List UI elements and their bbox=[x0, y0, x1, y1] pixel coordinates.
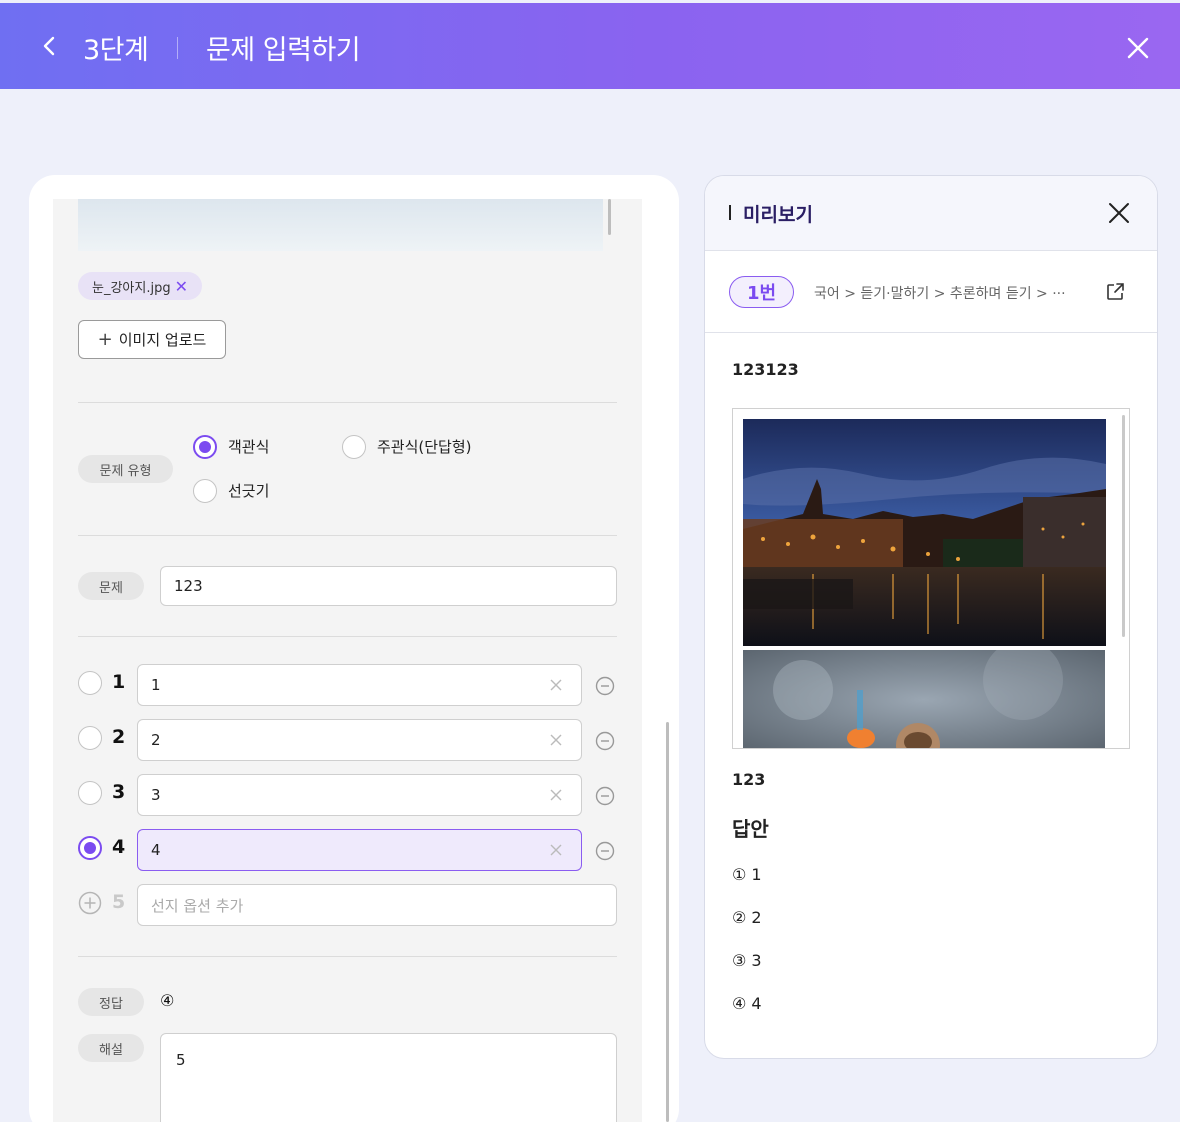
remove-file-icon[interactable]: ✕ bbox=[175, 277, 188, 296]
add-option-placeholder: 선지 옵션 추가 bbox=[151, 896, 244, 915]
question-input-value: 123 bbox=[174, 577, 203, 595]
minus-circle-icon[interactable] bbox=[595, 786, 615, 806]
external-link-icon[interactable] bbox=[1105, 282, 1125, 302]
editor-scrollbar[interactable] bbox=[666, 722, 669, 1122]
file-name: 눈_강아지.jpg bbox=[92, 280, 171, 296]
night-city-photo bbox=[743, 419, 1106, 646]
clear-icon[interactable] bbox=[549, 678, 563, 692]
explanation-label-pill: 해설 bbox=[78, 1034, 144, 1062]
option-radio-4[interactable] bbox=[78, 836, 102, 860]
uploaded-image-thumbnail bbox=[78, 199, 603, 251]
type-label-short-answer: 주관식(단답형) bbox=[377, 438, 472, 456]
plus-circle-icon[interactable] bbox=[78, 891, 102, 915]
preview-option-3: ③ 3 bbox=[732, 951, 762, 970]
type-label-matching: 선긋기 bbox=[228, 482, 270, 500]
plus-icon: + bbox=[97, 329, 113, 350]
option-value-3: 3 bbox=[151, 786, 161, 804]
option-input-3[interactable]: 3 bbox=[137, 774, 582, 816]
add-option-input[interactable]: 선지 옵션 추가 bbox=[137, 884, 617, 926]
preview-header: 미리보기 bbox=[705, 176, 1157, 251]
close-icon[interactable] bbox=[1124, 34, 1152, 62]
add-option-number: 5 bbox=[112, 891, 126, 913]
section-divider bbox=[78, 956, 617, 957]
preview-title: 미리보기 bbox=[743, 204, 813, 226]
preview-image-box bbox=[732, 408, 1130, 749]
clear-icon[interactable] bbox=[549, 733, 563, 747]
type-radio-matching[interactable] bbox=[193, 479, 217, 503]
chevron-left-icon[interactable] bbox=[36, 32, 64, 60]
step-label: 3단계 bbox=[83, 35, 149, 66]
minus-circle-icon[interactable] bbox=[595, 731, 615, 751]
section-divider bbox=[78, 402, 617, 403]
breadcrumb: 국어 > 듣기·말하기 > 추론하며 듣기 > ··· bbox=[814, 286, 1066, 302]
title-accent-bar bbox=[729, 205, 731, 220]
preview-option-2: ② 2 bbox=[732, 908, 762, 927]
clear-icon[interactable] bbox=[549, 788, 563, 802]
question-editor: 눈_강아지.jpg ✕ + 이미지 업로드 문제 유형 객관식 주관식(단답형)… bbox=[53, 199, 642, 1122]
option-value-1: 1 bbox=[151, 676, 161, 694]
option-value-2: 2 bbox=[151, 731, 161, 749]
image-scrollbar[interactable] bbox=[608, 199, 611, 235]
option-radio-2[interactable] bbox=[78, 726, 102, 750]
header-divider bbox=[177, 37, 178, 59]
answer-heading: 답안 bbox=[732, 817, 769, 841]
explanation-textarea[interactable]: 5 bbox=[160, 1033, 617, 1122]
explanation-value: 5 bbox=[176, 1051, 186, 1069]
minus-circle-icon[interactable] bbox=[595, 841, 615, 861]
option-number-1: 1 bbox=[112, 671, 126, 693]
type-radio-objective[interactable] bbox=[193, 435, 217, 459]
type-radio-short-answer[interactable] bbox=[342, 435, 366, 459]
preview-meta: 1번 국어 > 듣기·말하기 > 추론하며 듣기 > ··· bbox=[705, 252, 1157, 333]
option-value-4: 4 bbox=[151, 841, 161, 859]
type-label-objective: 객관식 bbox=[228, 438, 270, 456]
section-divider bbox=[78, 535, 617, 536]
image-upload-label: 이미지 업로드 bbox=[118, 331, 207, 349]
top-header: 3단계 문제 입력하기 bbox=[0, 3, 1180, 89]
preview-question: 123123 bbox=[732, 360, 799, 379]
dog-photo bbox=[743, 650, 1105, 748]
question-number-badge: 1번 bbox=[729, 276, 794, 308]
preview-text: 123 bbox=[732, 770, 766, 789]
option-number-4: 4 bbox=[112, 836, 126, 858]
option-input-1[interactable]: 1 bbox=[137, 664, 582, 706]
preview-option-4: ④ 4 bbox=[732, 994, 762, 1013]
option-number-2: 2 bbox=[112, 726, 126, 748]
option-radio-1[interactable] bbox=[78, 671, 102, 695]
answer-label-pill: 정답 bbox=[78, 988, 144, 1016]
preview-option-1: ① 1 bbox=[732, 865, 762, 884]
answer-value: ④ bbox=[160, 991, 175, 1010]
option-number-3: 3 bbox=[112, 781, 126, 803]
question-label-pill: 문제 bbox=[78, 572, 144, 600]
close-icon[interactable] bbox=[1107, 201, 1131, 225]
option-input-2[interactable]: 2 bbox=[137, 719, 582, 761]
option-input-4[interactable]: 4 bbox=[137, 829, 582, 871]
preview-image-scrollbar[interactable] bbox=[1122, 415, 1125, 637]
type-label-pill: 문제 유형 bbox=[78, 455, 173, 483]
option-radio-3[interactable] bbox=[78, 781, 102, 805]
image-upload-button[interactable]: + 이미지 업로드 bbox=[78, 320, 226, 359]
minus-circle-icon[interactable] bbox=[595, 676, 615, 696]
page-title: 문제 입력하기 bbox=[206, 35, 361, 66]
question-input[interactable]: 123 bbox=[160, 566, 617, 606]
clear-icon[interactable] bbox=[549, 843, 563, 857]
section-divider bbox=[78, 636, 617, 637]
file-chip: 눈_강아지.jpg ✕ bbox=[78, 272, 202, 300]
preview-panel: 미리보기 1번 국어 > 듣기·말하기 > 추론하며 듣기 > ··· 1231… bbox=[704, 175, 1158, 1059]
